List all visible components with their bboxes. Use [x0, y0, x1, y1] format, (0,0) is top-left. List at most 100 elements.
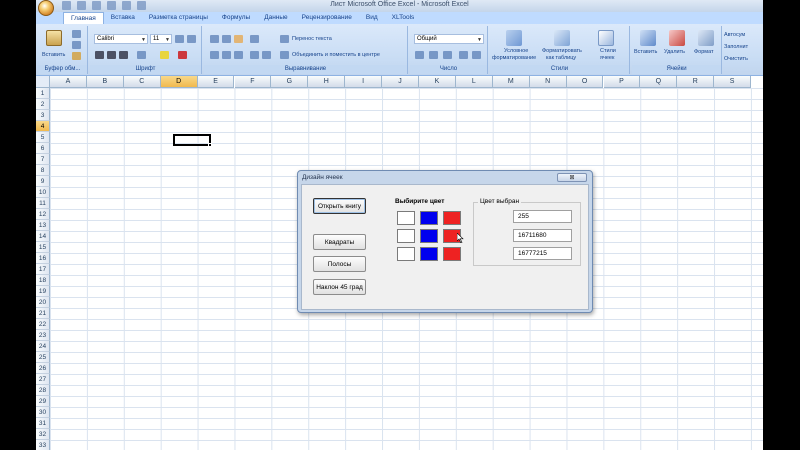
cut-icon[interactable] — [72, 30, 81, 38]
insert-cells-icon[interactable] — [640, 30, 656, 46]
column-header[interactable]: H — [308, 76, 346, 88]
row-header[interactable]: 28 — [36, 385, 50, 396]
column-header[interactable]: Q — [640, 76, 678, 88]
color-value-field-3[interactable]: 16777215 — [513, 247, 572, 260]
italic-icon[interactable] — [107, 51, 116, 59]
format-as-table-line2[interactable]: как таблицу — [546, 55, 576, 61]
tab-xltools[interactable]: XLTools — [385, 12, 422, 24]
conditional-format-line1[interactable]: Условное — [504, 48, 528, 54]
currency-icon[interactable] — [415, 51, 424, 59]
row-header[interactable]: 17 — [36, 264, 50, 275]
swatch-red-1[interactable] — [443, 211, 461, 225]
fill-button[interactable]: Заполнит — [724, 44, 748, 50]
merge-icon[interactable] — [280, 51, 289, 59]
increase-indent-icon[interactable] — [262, 51, 271, 59]
row-header[interactable]: 13 — [36, 220, 50, 231]
tab-home[interactable]: Главная — [63, 12, 104, 24]
format-painter-icon[interactable] — [72, 52, 81, 60]
format-as-table-icon[interactable] — [554, 30, 570, 46]
orientation-icon[interactable] — [250, 35, 259, 43]
swatch-white-1[interactable] — [397, 211, 415, 225]
column-header[interactable]: J — [382, 76, 419, 88]
row-header[interactable]: 14 — [36, 231, 50, 242]
paste-icon[interactable] — [46, 30, 62, 46]
row-header[interactable]: 6 — [36, 143, 50, 154]
column-header[interactable]: O — [566, 76, 604, 88]
column-header[interactable]: D — [160, 76, 198, 88]
row-header[interactable]: 27 — [36, 374, 50, 385]
cell-styles-line2[interactable]: ячеек — [600, 55, 614, 61]
paste-button[interactable]: Вставить — [42, 52, 65, 58]
format-as-table-line1[interactable]: Форматировать — [542, 48, 582, 54]
decrease-indent-icon[interactable] — [250, 51, 259, 59]
align-left-icon[interactable] — [210, 51, 219, 59]
wrap-text-button[interactable]: Перенос текста — [292, 36, 332, 42]
column-header[interactable]: R — [677, 76, 715, 88]
row-header[interactable]: 5 — [36, 132, 50, 143]
number-format-combo[interactable]: Общий ▼ — [414, 34, 484, 44]
color-value-field-1[interactable]: 255 — [513, 210, 572, 223]
comma-style-icon[interactable] — [443, 51, 452, 59]
font-color-icon[interactable] — [178, 51, 187, 59]
delete-cells-button[interactable]: Удалить — [664, 49, 685, 55]
row-header[interactable]: 16 — [36, 253, 50, 264]
autosum-button[interactable]: Автосум — [724, 32, 745, 38]
cell-styles-icon[interactable] — [598, 30, 614, 46]
tab-formulas[interactable]: Формулы — [215, 12, 257, 24]
tab-review[interactable]: Рецензирование — [295, 12, 359, 24]
column-header[interactable]: A — [50, 76, 87, 88]
stripes-button[interactable]: Полосы — [313, 256, 366, 272]
row-header[interactable]: 21 — [36, 308, 50, 319]
row-header[interactable]: 26 — [36, 363, 50, 374]
column-header[interactable]: L — [455, 76, 493, 88]
format-cells-icon[interactable] — [698, 30, 714, 46]
tilt-45-button[interactable]: Наклон 45 град — [313, 279, 366, 295]
row-header[interactable]: 32 — [36, 429, 50, 440]
row-header[interactable]: 9 — [36, 176, 50, 187]
column-header[interactable]: M — [492, 76, 530, 88]
column-header[interactable]: S — [714, 76, 752, 88]
swatch-white-2[interactable] — [397, 229, 415, 243]
align-bottom-icon[interactable] — [234, 35, 243, 43]
column-header[interactable]: N — [529, 76, 567, 88]
insert-cells-button[interactable]: Вставить — [634, 49, 657, 55]
swatch-red-3[interactable] — [443, 247, 461, 261]
copy-icon[interactable] — [72, 41, 81, 49]
row-header[interactable]: 19 — [36, 286, 50, 297]
column-header[interactable]: K — [419, 76, 456, 88]
column-header[interactable]: I — [345, 76, 383, 88]
column-header[interactable]: C — [123, 76, 161, 88]
dialog-close-button[interactable]: ⊠ — [557, 173, 587, 182]
color-value-field-2[interactable]: 16711680 — [513, 229, 572, 242]
underline-icon[interactable] — [119, 51, 128, 59]
row-header[interactable]: 11 — [36, 198, 50, 209]
column-header[interactable]: G — [271, 76, 309, 88]
align-top-icon[interactable] — [210, 35, 219, 43]
merge-center-button[interactable]: Объединить и поместить в центре — [292, 52, 380, 58]
column-header[interactable]: B — [86, 76, 124, 88]
row-header[interactable]: 25 — [36, 352, 50, 363]
cell-styles-line1[interactable]: Стили — [600, 48, 616, 54]
row-header[interactable]: 1 — [36, 88, 50, 99]
conditional-format-icon[interactable] — [506, 30, 522, 46]
grow-font-icon[interactable] — [175, 35, 184, 43]
row-header[interactable]: 8 — [36, 165, 50, 176]
increase-decimal-icon[interactable] — [459, 51, 468, 59]
swatch-blue-3[interactable] — [420, 247, 438, 261]
swatch-white-3[interactable] — [397, 247, 415, 261]
tab-view[interactable]: Вид — [359, 12, 385, 24]
row-header[interactable]: 30 — [36, 407, 50, 418]
row-header[interactable]: 15 — [36, 242, 50, 253]
row-header[interactable]: 20 — [36, 297, 50, 308]
percent-icon[interactable] — [429, 51, 438, 59]
align-center-icon[interactable] — [222, 51, 231, 59]
row-header[interactable]: 18 — [36, 275, 50, 286]
borders-icon[interactable] — [137, 51, 146, 59]
align-middle-icon[interactable] — [222, 35, 231, 43]
format-cells-button[interactable]: Формат — [694, 49, 714, 55]
row-header[interactable]: 7 — [36, 154, 50, 165]
column-header[interactable]: E — [197, 76, 235, 88]
row-header[interactable]: 33 — [36, 440, 50, 450]
row-header[interactable]: 29 — [36, 396, 50, 407]
shrink-font-icon[interactable] — [187, 35, 196, 43]
